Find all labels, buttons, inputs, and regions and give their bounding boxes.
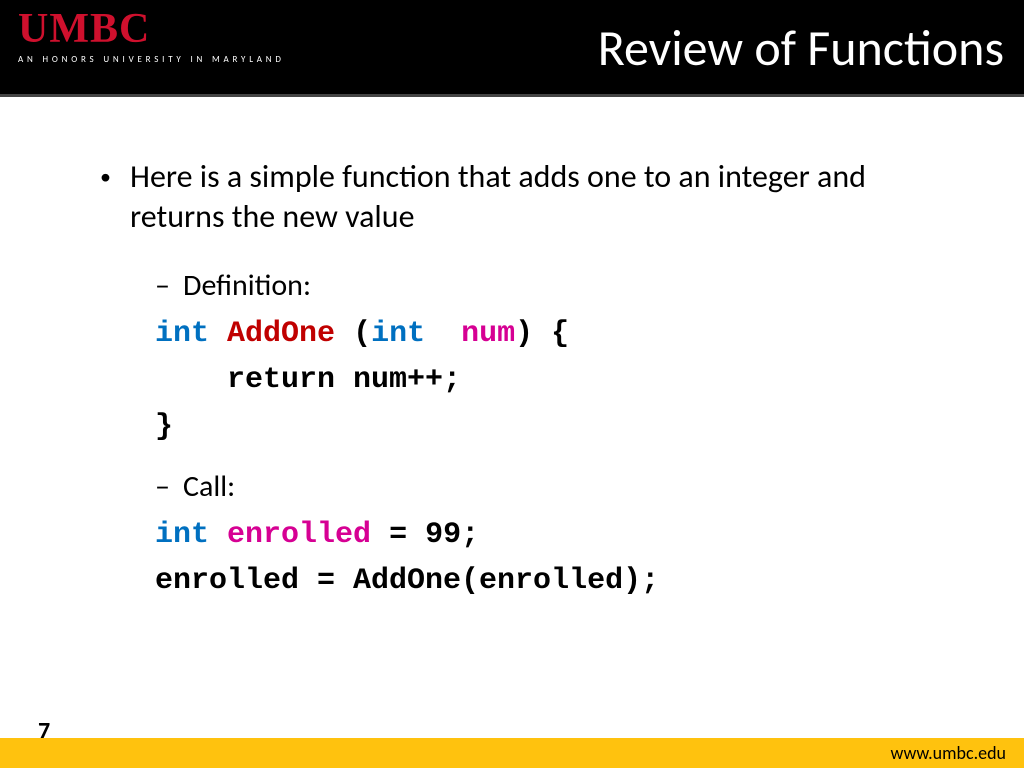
- variable-name: enrolled: [227, 518, 371, 552]
- bullet-icon: •: [100, 157, 130, 237]
- sub-bullet-call: – Call:: [155, 468, 964, 506]
- slide-body: • Here is a simple function that adds on…: [0, 97, 1024, 605]
- slide-title: Review of Functions: [598, 18, 1004, 79]
- code-call-line2: enrolled = AddOne(enrolled);: [155, 558, 964, 605]
- logo-tagline: AN HONORS UNIVERSITY IN MARYLAND: [18, 54, 285, 65]
- bullet-text: Here is a simple function that adds one …: [130, 157, 964, 237]
- keyword-int: int: [371, 317, 425, 351]
- keyword-int: int: [155, 518, 209, 552]
- definition-label: Definition:: [183, 267, 311, 305]
- code-body: return num++;: [155, 357, 964, 404]
- call-label: Call:: [183, 468, 235, 506]
- logo-block: UMBC AN HONORS UNIVERSITY IN MARYLAND: [18, 8, 285, 65]
- code-text: ) {: [515, 317, 569, 351]
- function-name: AddOne: [227, 317, 335, 351]
- logo-main: UMBC: [18, 8, 285, 50]
- code-close: }: [155, 404, 964, 451]
- sub-content: – Definition: int AddOne (int num) { ret…: [155, 267, 964, 605]
- keyword-int: int: [155, 317, 209, 351]
- bullet-item: • Here is a simple function that adds on…: [100, 157, 964, 237]
- param-name: num: [461, 317, 515, 351]
- slide-header: UMBC AN HONORS UNIVERSITY IN MARYLAND Re…: [0, 0, 1024, 97]
- footer-bar: www.umbc.edu: [0, 738, 1024, 768]
- sub-bullet-definition: – Definition:: [155, 267, 964, 305]
- code-definition: int AddOne (int num) {: [155, 311, 964, 358]
- dash-icon: –: [155, 468, 183, 506]
- code-call-line1: int enrolled = 99;: [155, 512, 964, 559]
- code-text: = 99;: [371, 518, 479, 552]
- slide: UMBC AN HONORS UNIVERSITY IN MARYLAND Re…: [0, 0, 1024, 768]
- footer-url: www.umbc.edu: [891, 742, 1006, 764]
- code-text: (: [335, 317, 371, 351]
- dash-icon: –: [155, 267, 183, 305]
